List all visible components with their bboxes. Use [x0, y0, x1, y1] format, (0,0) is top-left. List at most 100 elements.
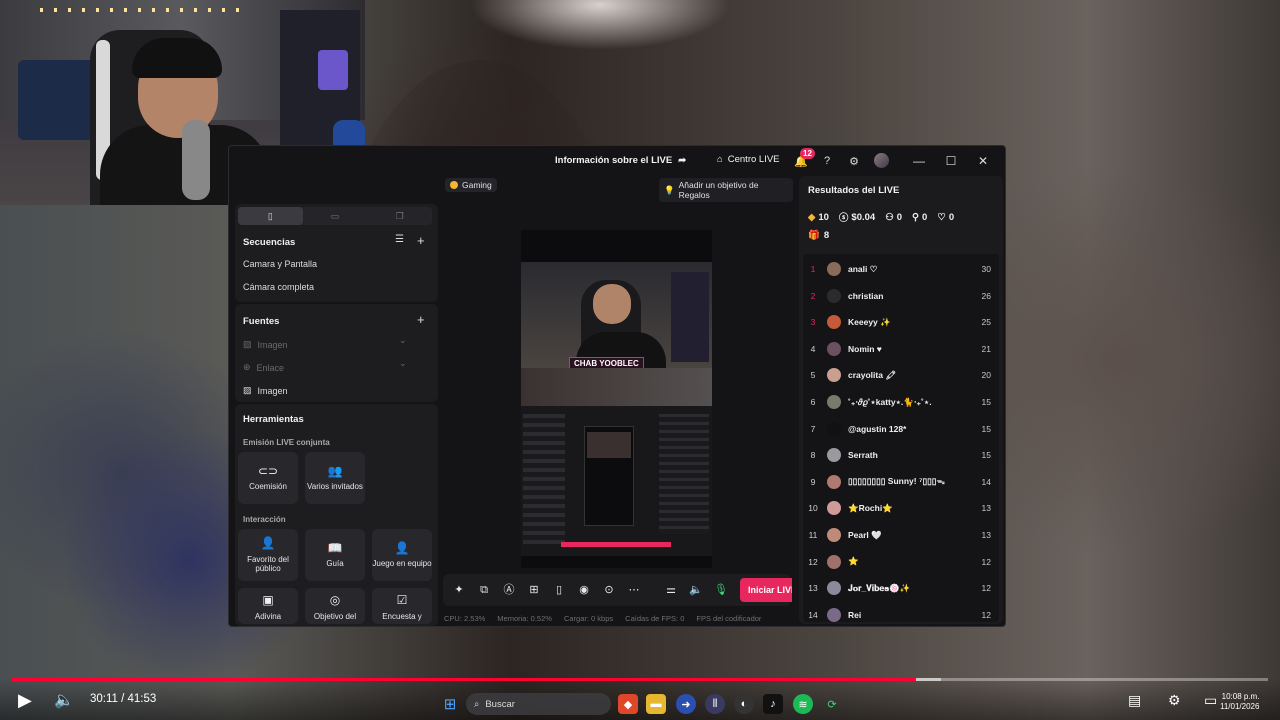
record-icon[interactable]: ◉ [576, 582, 592, 598]
leaderboard-row[interactable]: 8 Serrath 15 [803, 444, 999, 466]
secuencia-item[interactable]: Cámara completa [243, 282, 314, 292]
herramientas-title: Herramientas [243, 414, 304, 425]
landscape-layout-tab[interactable]: ▭ [303, 207, 368, 225]
favorito-button[interactable]: 👤 Favorito del público [238, 529, 298, 581]
leaderboard-row[interactable]: 9 ▯▯▯▯▯▯▯▯ Sunny! ⁷▯▯▯ᯓ 14 [803, 471, 999, 493]
start-live-button[interactable]: Iniciar LIVE [740, 578, 792, 602]
app-icon[interactable]: ➜ [676, 694, 696, 714]
microphone-icon[interactable]: 🎙 [713, 582, 729, 598]
settings-gear-icon[interactable]: ⚙ [1168, 692, 1181, 709]
list-icon[interactable]: ☰ [395, 234, 404, 245]
guia-button[interactable]: 📖 Guía [305, 529, 365, 581]
juego-en-equipo-button[interactable]: 👤 Juego en equipo [372, 529, 432, 581]
preview-webcam [521, 262, 712, 368]
add-goal-button[interactable]: 💡 Añadir un objetivo de Regalos [659, 178, 793, 202]
secuencia-item[interactable]: Camara y Pantalla [243, 259, 317, 269]
chevron-down-icon[interactable]: ⌄ [399, 358, 407, 369]
leaderboard-row[interactable]: 11 Pearl 🤍 13 [803, 524, 999, 546]
add-secuencia-button[interactable]: + [417, 233, 425, 248]
varios-invitados-button[interactable]: 👥 Varios invitados [305, 452, 365, 504]
search-placeholder: Buscar [485, 698, 515, 710]
webcam-microphone [182, 120, 210, 200]
avatar [827, 341, 841, 356]
leaderboard-row[interactable]: 10 ⭐Rochi⭐ 13 [803, 497, 999, 519]
user-avatar[interactable] [874, 153, 889, 168]
viewer-name: @agustin 128* [848, 423, 907, 434]
user-star-icon: 👤 [260, 535, 276, 550]
obs-icon[interactable]: ◐ [734, 694, 754, 714]
viewer-score: 15 [981, 423, 991, 434]
coemision-button[interactable]: ⊂⊃ Coemisión [238, 452, 298, 504]
play-icon[interactable]: ▶ [18, 690, 32, 711]
fuente-item[interactable]: ⊕ Enlace [243, 362, 284, 373]
portrait-layout-tab[interactable]: ▯ [238, 207, 303, 225]
avatar [827, 554, 841, 569]
money-stat: ⓢ $0.04 [838, 211, 876, 225]
help-icon[interactable]: ? [819, 153, 835, 169]
miniplayer-icon[interactable]: ▭ [1204, 692, 1217, 709]
ai-icon[interactable]: Ⓐ [501, 582, 517, 598]
volume-icon[interactable]: 🔈 [54, 690, 74, 710]
encuesta-button[interactable]: ☑ Encuesta y [372, 588, 432, 624]
spotify-icon[interactable]: ≋ [793, 694, 813, 714]
preview-screen-bar [561, 542, 671, 547]
camera-icon[interactable]: ⊙ [601, 582, 617, 598]
viewer-score: 13 [981, 530, 991, 540]
viewer-name: Rei [848, 609, 862, 620]
leaderboard-row[interactable]: 12 ⭐ 12 [803, 551, 999, 573]
leaderboard-row[interactable]: 5 crayolita 🖍 20 [803, 364, 999, 386]
stream-preview[interactable]: CHAB YOOBLEC [521, 230, 712, 568]
chevron-down-icon[interactable]: ⌄ [399, 335, 407, 346]
leaderboard-row[interactable]: 14 Rei 12 [803, 604, 999, 622]
more-icon[interactable]: ⋯ [626, 582, 642, 598]
fuente-item[interactable]: ▨ Imagen [243, 385, 288, 396]
copy-layout-tab[interactable]: ❐ [367, 207, 432, 225]
close-button[interactable]: ✕ [974, 152, 992, 170]
leaderboard-row[interactable]: 13 𝐉𝐨𝐫_𝐕𝐢𝐛𝐞𝐬🍥✨ 12 [803, 577, 999, 599]
taskbar-search[interactable]: ⌕ Buscar [466, 693, 611, 715]
viewer-score: 14 [981, 476, 991, 487]
phone-icon[interactable]: ▯ [551, 582, 567, 598]
add-fuente-button[interactable]: + [417, 312, 425, 327]
magic-wand-icon[interactable]: ✦ [451, 582, 467, 598]
folder-icon[interactable]: ▬ [646, 694, 666, 714]
soundbar-icon[interactable]: ⦀ [705, 694, 725, 714]
fuente-item[interactable]: ▨ Imagen [243, 339, 288, 350]
leaderboard-row[interactable]: 6 ˚₊‧𝜗𝜚˚⋆katty⋆.🐈‧₊˚⋆. 15 [803, 391, 999, 413]
book-icon: 📖 [327, 540, 343, 555]
viewer-name: Pearl 🤍 [848, 529, 882, 540]
subtitles-icon[interactable]: ▤ [1128, 692, 1141, 709]
effects-icon[interactable]: ⧉ [476, 582, 492, 598]
image-icon: ▨ [243, 339, 252, 349]
sliders-icon[interactable]: ⚌ [663, 582, 679, 598]
refresh-app-icon[interactable]: ⟳ [822, 694, 842, 714]
adivina-button[interactable]: ▣ Adivina [238, 588, 298, 624]
globe-icon: ⊕ [243, 362, 251, 372]
leaderboard-row[interactable]: 4 Nomin ♥ 21 [803, 338, 999, 360]
windows-start-icon[interactable]: ⊞ [440, 694, 460, 714]
avatar [827, 315, 841, 330]
leaderboard-row[interactable]: 1 anali ♡ 30 [803, 258, 999, 280]
minimize-button[interactable]: — [910, 152, 928, 170]
brave-icon[interactable]: ◆ [618, 694, 638, 714]
viewer-score: 12 [981, 556, 991, 567]
leaderboard-row[interactable]: 3 Keeeyy ✨ 25 [803, 311, 999, 333]
tiktok-icon[interactable]: ♪ [763, 694, 783, 714]
objetivo-button[interactable]: ◎ Objetivo del [305, 588, 365, 624]
viewer-name: ˚₊‧𝜗𝜚˚⋆katty⋆.🐈‧₊˚⋆. [848, 396, 932, 407]
scene-icon[interactable]: ⊞ [526, 582, 542, 598]
link-icon: ⊂⊃ [257, 463, 279, 478]
preview-screen-thumb [587, 432, 631, 458]
live-info-link[interactable]: Información sobre el LIVE ➦ [555, 155, 686, 166]
rank-number: 14 [808, 609, 818, 620]
leaderboard-row[interactable]: 7 @agustin 128* 15 [803, 418, 999, 440]
preview-head [593, 284, 631, 324]
progress-bar[interactable] [12, 678, 1268, 681]
settings-icon[interactable]: ⚙ [846, 153, 862, 169]
maximize-button[interactable]: ☐ [942, 152, 960, 170]
centro-live-button[interactable]: ⌂ Centro LIVE [717, 154, 780, 165]
image-icon: ▨ [243, 385, 252, 395]
leaderboard-row[interactable]: 2 christian 26 [803, 285, 999, 307]
volume-icon[interactable]: 🔈 [688, 582, 704, 598]
category-chip[interactable]: Gaming [445, 178, 497, 192]
